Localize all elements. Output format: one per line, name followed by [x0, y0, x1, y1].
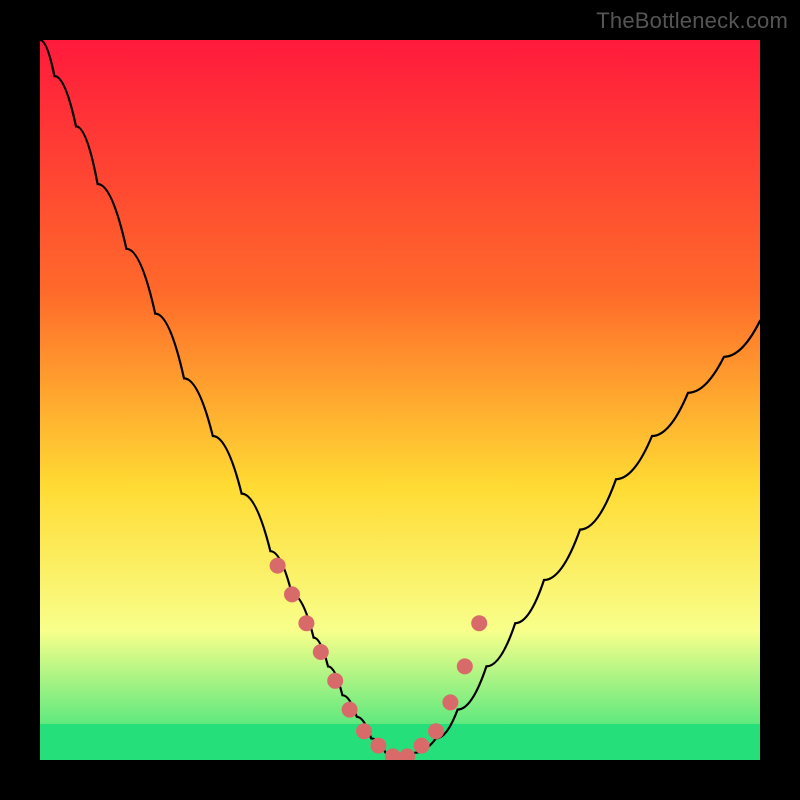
chart-frame: TheBottleneck.com	[0, 0, 800, 800]
chart-marker	[442, 694, 458, 710]
chart-background-gradient	[40, 40, 760, 760]
chart-marker	[327, 673, 343, 689]
chart-marker	[270, 558, 286, 574]
chart-marker	[284, 586, 300, 602]
chart-marker	[471, 615, 487, 631]
chart-marker	[313, 644, 329, 660]
chart-marker	[428, 723, 444, 739]
chart-marker	[457, 658, 473, 674]
chart-marker	[342, 702, 358, 718]
chart-marker	[298, 615, 314, 631]
chart-marker	[356, 723, 372, 739]
chart-marker	[370, 738, 386, 754]
chart-marker	[414, 738, 430, 754]
watermark-text: TheBottleneck.com	[596, 8, 788, 34]
chart-plot-area	[40, 40, 760, 760]
chart-svg	[40, 40, 760, 760]
